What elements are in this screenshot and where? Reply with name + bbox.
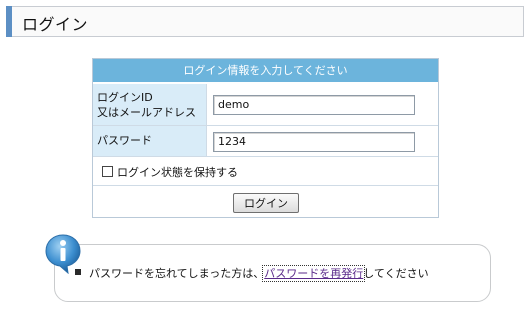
login-id-row: ログインID 又はメールアドレス demo [93,84,438,126]
reset-password-link[interactable]: パスワードを再発行 [262,265,366,282]
page-header: ログイン [6,6,524,37]
form-heading: ログイン情報を入力してください [93,59,438,83]
info-box: パスワードを忘れてしまった方は、パスワードを再発行してください [54,244,491,302]
password-input[interactable]: 1234 [213,132,415,152]
password-label: パスワード [93,126,207,156]
login-page: ログイン ログイン情報を入力してください ログインID 又はメールアドレス de… [0,0,530,330]
login-button[interactable]: ログイン [233,193,299,213]
remember-checkbox[interactable] [102,166,113,177]
forgot-text-after: してください [363,267,429,280]
header-accent-bar [6,6,12,37]
login-id-label-line2: 又はメールアドレス [97,106,196,119]
forgot-text-before: パスワードを忘れてしまった方は、 [89,267,265,280]
info-icon [45,234,81,274]
login-id-label-line1: ログインID [97,91,153,104]
forgot-password-message: パスワードを忘れてしまった方は、パスワードを再発行してください [89,265,429,282]
remember-label[interactable]: ログイン状態を保持する [117,164,238,180]
login-id-label: ログインID 又はメールアドレス [93,84,207,125]
page-title: ログイン [22,15,89,34]
login-id-input[interactable]: demo [213,95,415,115]
remember-row: ログイン状態を保持する [93,157,438,186]
login-form: ログイン情報を入力してください ログインID 又はメールアドレス demo パス… [92,58,439,218]
password-row: パスワード 1234 [93,126,438,157]
